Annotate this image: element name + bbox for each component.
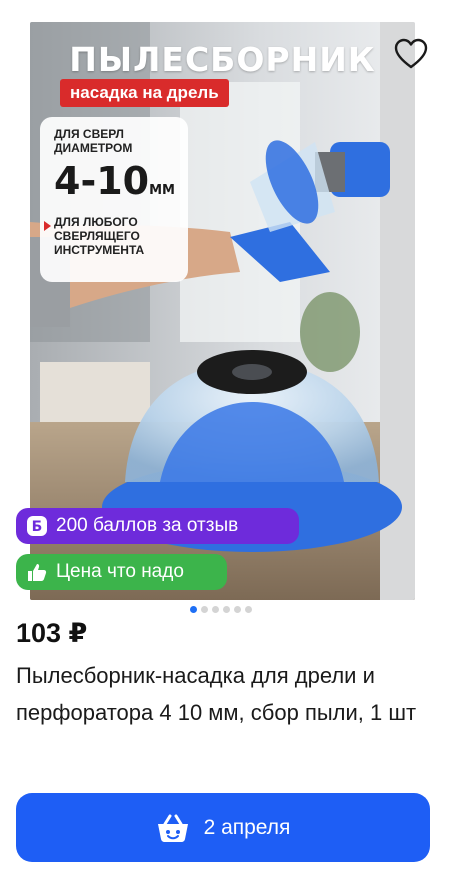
add-to-cart-label: 2 апреля <box>203 815 291 839</box>
spec-callout: ДЛЯ СВЕРЛ ДИАМЕТРОМ 4-10ММ ДЛЯ ЛЮБОГО СВ… <box>40 117 188 282</box>
spec-line: СВЕРЛЯЩЕГО <box>54 229 140 243</box>
svg-text:Б: Б <box>32 519 43 535</box>
carousel-dot[interactable] <box>212 606 219 613</box>
basket-icon <box>157 814 188 842</box>
product-price: 103 ₽ <box>16 618 88 648</box>
spec-range: 4-10 <box>54 159 150 203</box>
heart-outline-icon[interactable] <box>394 38 428 70</box>
carousel-dot[interactable] <box>190 606 197 613</box>
image-subtitle: насадка на дрель <box>60 79 229 107</box>
spec-unit: ММ <box>149 183 175 198</box>
carousel-dot[interactable] <box>234 606 241 613</box>
carousel-indicator <box>190 606 252 616</box>
good-price-badge-label: Цена что надо <box>56 561 184 582</box>
add-to-cart-button[interactable]: 2 апреля <box>16 793 430 862</box>
spec-line: ДЛЯ СВЕРЛ <box>54 127 124 141</box>
spec-diameter: 4-10ММ <box>54 157 188 215</box>
spec-line: ДЛЯ ЛЮБОГО <box>54 215 138 229</box>
carousel-dot[interactable] <box>223 606 230 613</box>
carousel-dot[interactable] <box>245 606 252 613</box>
carousel-dot[interactable] <box>201 606 208 613</box>
triangle-bullet-icon <box>44 221 51 231</box>
points-badge: Б 200 баллов за отзыв <box>16 508 299 544</box>
product-title[interactable]: Пылесборник-насадка для дрели и перфорат… <box>16 657 446 731</box>
good-price-badge: Цена что надо <box>16 554 227 590</box>
points-badge-label: 200 баллов за отзыв <box>56 515 239 536</box>
image-title: ПЫЛЕСБОРНИК <box>69 40 376 79</box>
product-card: ПЫЛЕСБОРНИК насадка на дрель ДЛЯ СВЕРЛ Д… <box>0 0 460 874</box>
thumbs-up-icon <box>26 561 48 583</box>
ruble-b-icon: Б <box>26 515 48 537</box>
spec-line: ДИАМЕТРОМ <box>54 141 133 155</box>
spec-line: ИНСТРУМЕНТА <box>54 243 145 257</box>
